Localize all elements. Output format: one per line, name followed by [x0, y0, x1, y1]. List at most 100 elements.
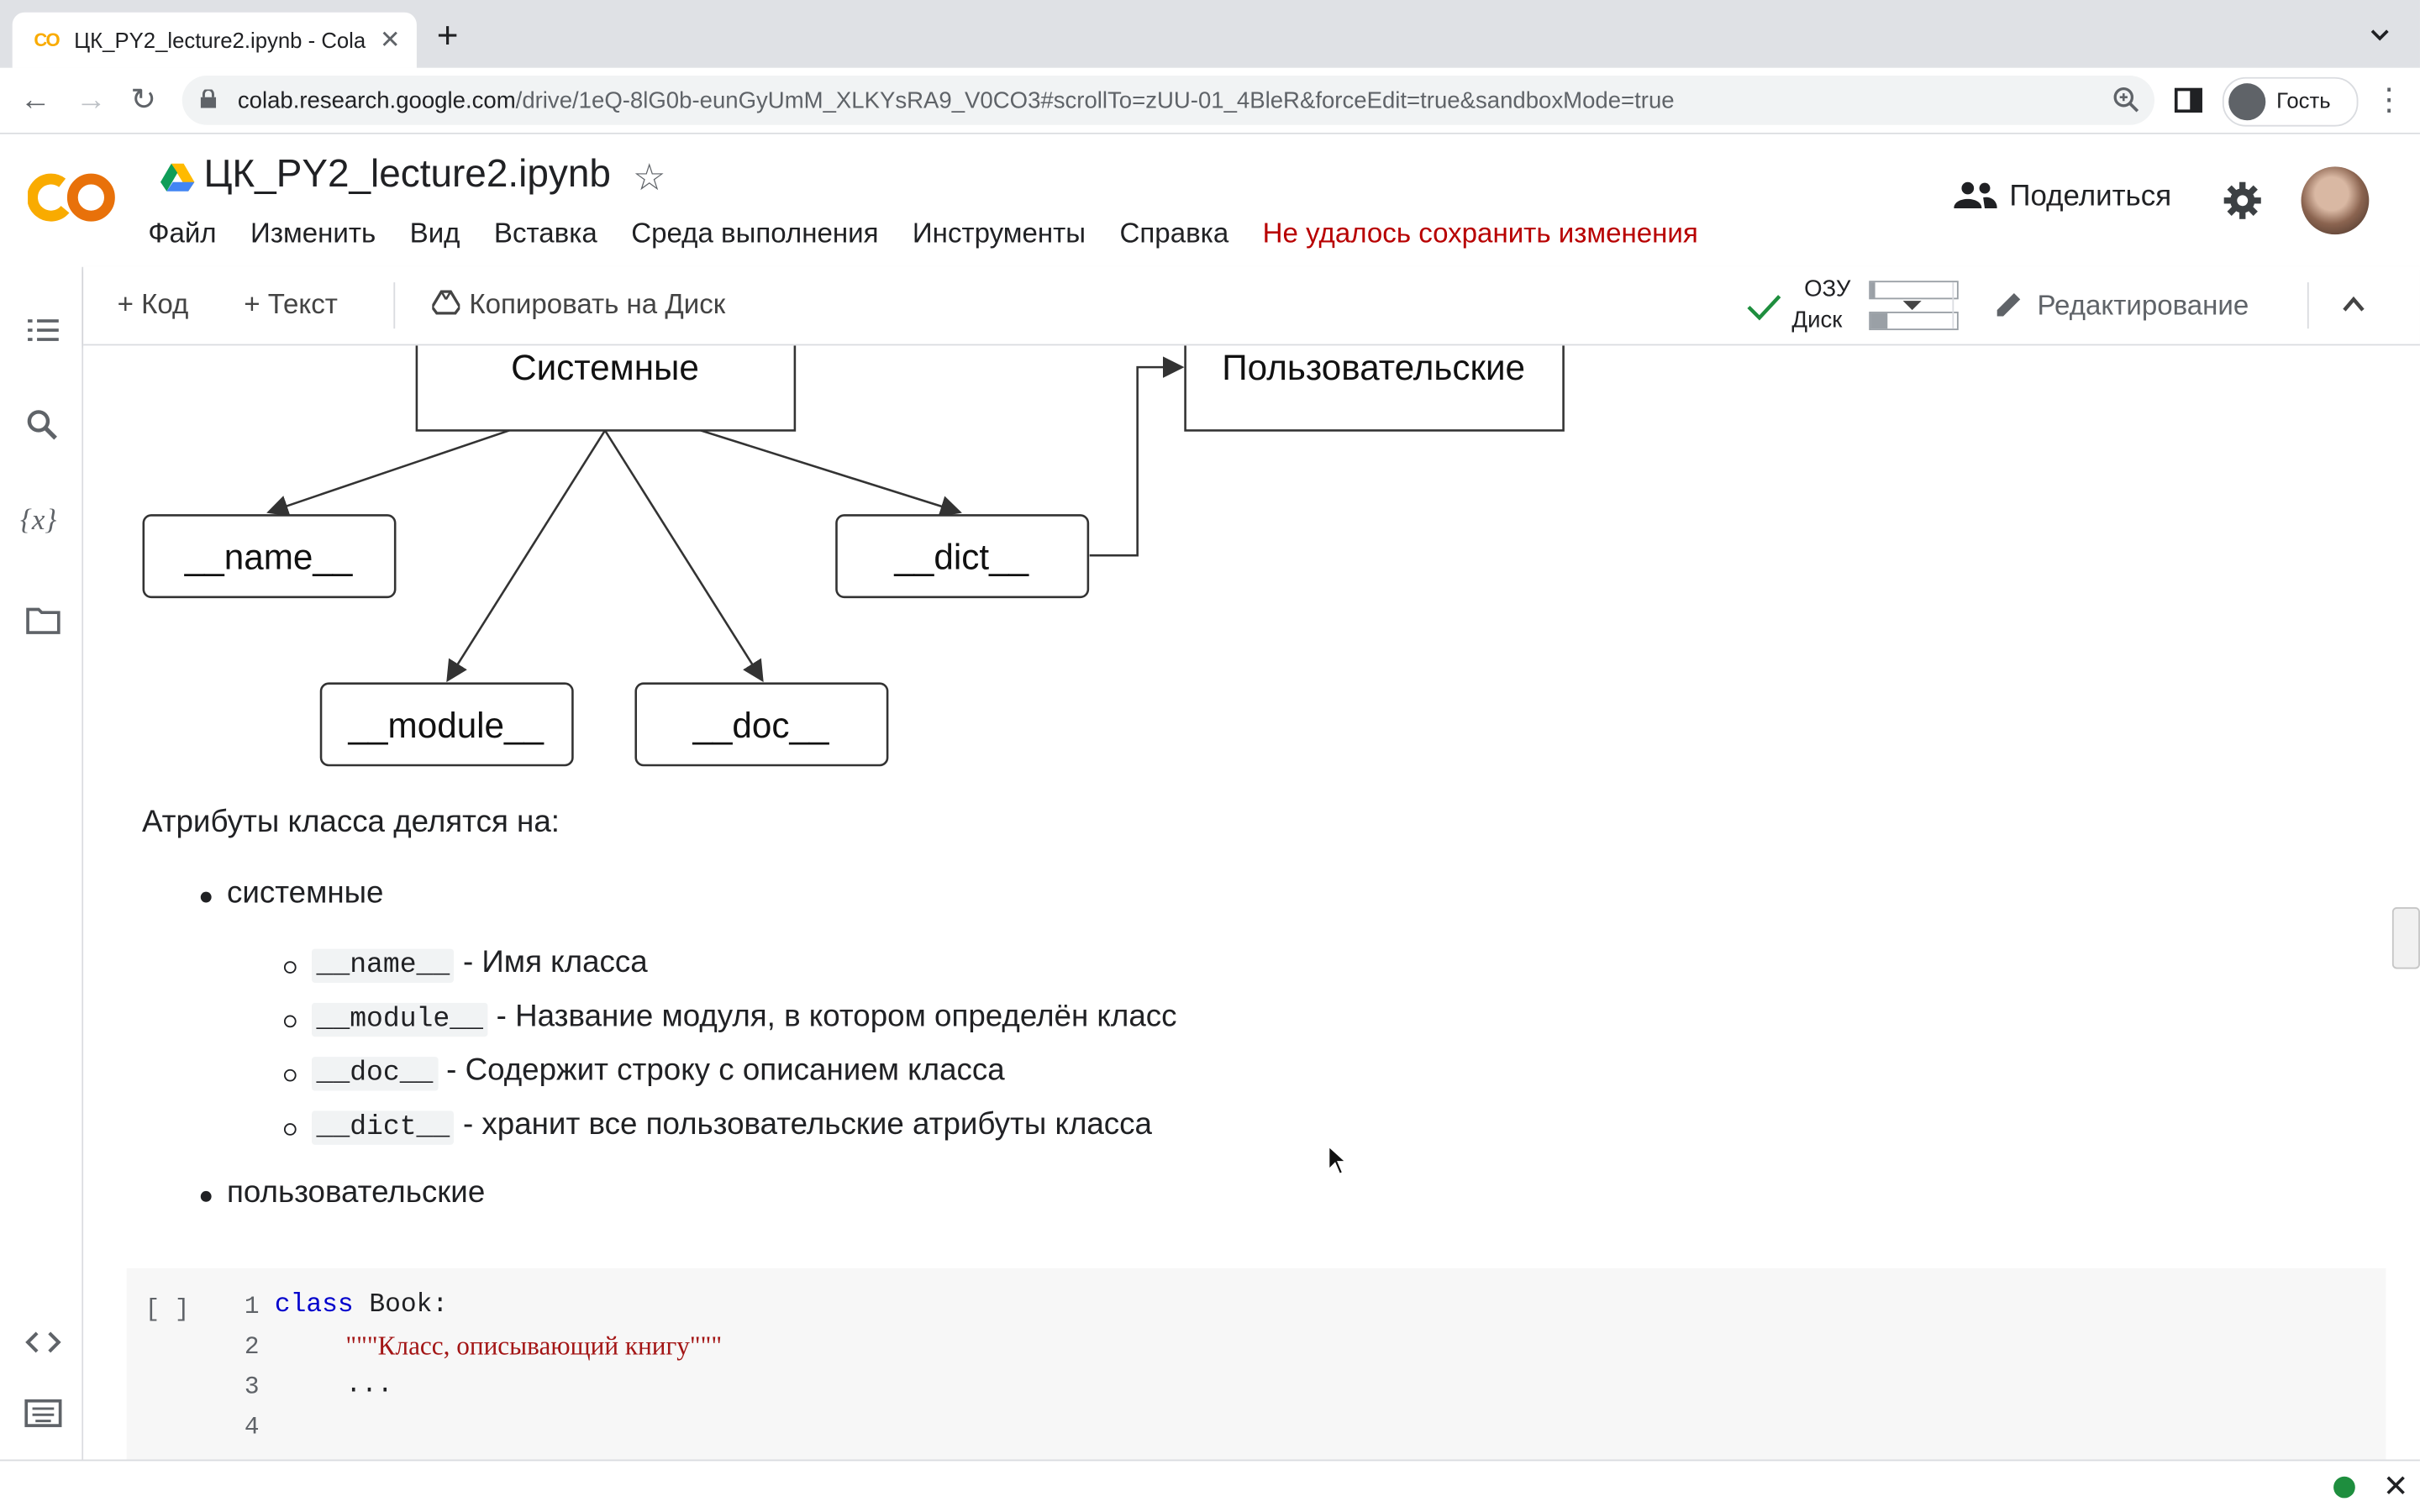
command-palette-icon[interactable]: [24, 1394, 64, 1434]
list-bullet: [200, 891, 212, 903]
profile-avatar-icon: [2228, 83, 2266, 121]
tab-search-chevron-icon[interactable]: [2367, 22, 2391, 46]
runtime-dropdown-icon[interactable]: [1902, 297, 1923, 312]
list-bullet: [200, 1190, 212, 1202]
colab-favicon-icon: CO: [34, 29, 60, 51]
close-tab-icon[interactable]: ✕: [380, 24, 401, 55]
menu-bar: Файл Изменить Вид Вставка Среда выполнен…: [148, 218, 1724, 250]
connected-checkmark-icon: [1747, 295, 1781, 321]
runtime-resources[interactable]: ОЗУ Диск: [1713, 275, 2022, 336]
variables-icon[interactable]: {x}: [20, 501, 66, 542]
share-button[interactable]: Поделиться: [1954, 181, 2171, 214]
mouse-cursor-icon: [1328, 1144, 1348, 1175]
browser-menu-icon[interactable]: ⋮: [2374, 81, 2405, 119]
side-panel-icon[interactable]: [2173, 87, 2204, 114]
disk-label: Диск: [1791, 307, 1843, 333]
settings-gear-icon[interactable]: [2223, 181, 2263, 221]
browser-tab[interactable]: CO ЦК_PY2_lecture2.ipynb - Cola ✕: [12, 12, 417, 68]
attr-desc-name: - Имя класса: [454, 945, 648, 980]
toolbar-divider: [393, 282, 396, 329]
diagram-label-name: __name__: [184, 538, 353, 577]
lock-icon[interactable]: [200, 89, 217, 108]
code-line-3[interactable]: ...: [345, 1372, 392, 1401]
line-number: 3: [244, 1373, 260, 1401]
attributes-intro: Атрибуты класса делятся на:: [141, 805, 560, 840]
diagram-label-doc: __doc__: [692, 706, 829, 745]
pencil-icon: [1996, 292, 2021, 317]
menu-file[interactable]: Файл: [148, 218, 216, 249]
status-bar: ✕: [0, 1459, 2420, 1512]
search-icon[interactable]: [24, 406, 64, 446]
ram-label: ОЗУ: [1804, 276, 1851, 302]
menu-view[interactable]: Вид: [410, 218, 460, 249]
people-icon: [1954, 181, 1997, 208]
save-error-message[interactable]: Не удалось сохранить изменения: [1263, 218, 1698, 249]
toolbar-divider: [1952, 282, 1954, 329]
drive-outline-icon: [430, 290, 462, 315]
table-of-contents-icon[interactable]: [24, 310, 64, 350]
account-avatar[interactable]: [2301, 166, 2370, 235]
code-snippets-icon[interactable]: [24, 1322, 64, 1362]
url-path: /drive/1eQ-8lG0b-eunGyUmM_XLKYsRA9_V0CO3…: [515, 87, 1675, 114]
toolbar-divider: [2307, 282, 2309, 329]
menu-runtime[interactable]: Среда выполнения: [631, 218, 878, 249]
attr-code-doc: __doc__: [312, 1057, 438, 1091]
notebook-content: Системные Пользовательские __name__ __di…: [83, 345, 2420, 1460]
menu-edit[interactable]: Изменить: [250, 218, 376, 249]
sublist-bullet: [283, 1068, 297, 1082]
ram-usage-fill: [1870, 282, 1876, 298]
code-keyword: class: [274, 1291, 354, 1321]
sublist-bullet: [283, 1123, 297, 1136]
zoom-icon[interactable]: [2112, 85, 2143, 116]
editing-mode-label: Редактирование: [2037, 290, 2249, 322]
new-tab-button[interactable]: +: [437, 18, 459, 55]
editing-mode-button[interactable]: Редактирование: [1994, 288, 2249, 322]
add-code-button[interactable]: + Код: [118, 288, 189, 321]
code-line-1[interactable]: class Book:: [275, 1291, 448, 1320]
colab-logo-icon[interactable]: [28, 168, 118, 227]
list-item: __name__ - Имя класса: [312, 945, 648, 983]
copy-to-drive-button[interactable]: Копировать на Диск: [430, 288, 726, 321]
code-cell[interactable]: [ ] 1 2 3 4 class Book: """Класс, описыв…: [126, 1268, 2386, 1460]
list-item: __doc__ - Содержит строку с описанием кл…: [312, 1053, 1005, 1091]
collapse-header-chevron-icon[interactable]: [2341, 295, 2365, 313]
browser-tab-strip: CO ЦК_PY2_lecture2.ipynb - Cola ✕ +: [0, 0, 2420, 68]
line-number: 2: [244, 1332, 260, 1361]
list-item-user: пользовательские: [226, 1175, 486, 1210]
disk-usage-bar: [1869, 312, 1959, 331]
notebook-title[interactable]: ЦК_PY2_lecture2.ipynb: [203, 153, 610, 197]
browser-toolbar: ← → ↻ colab.research.google.com/drive/1e…: [0, 67, 2420, 134]
menu-insert[interactable]: Вставка: [494, 218, 597, 249]
tab-title: ЦК_PY2_lecture2.ipynb - Cola: [74, 28, 366, 53]
files-folder-icon[interactable]: [24, 600, 64, 640]
reload-button[interactable]: ↻: [124, 81, 164, 121]
forward-button[interactable]: →: [71, 81, 111, 121]
code-line-2[interactable]: """Класс, описывающий книгу""": [345, 1331, 722, 1362]
list-item-system: системные: [226, 876, 384, 911]
add-text-button[interactable]: + Текст: [244, 288, 338, 321]
copy-to-drive-label: Копировать на Диск: [469, 288, 726, 320]
diagram-label-module: __module__: [348, 706, 544, 745]
profile-button[interactable]: Гость: [2222, 76, 2359, 127]
list-item: __module__ - Название модуля, в котором …: [312, 1000, 1177, 1037]
run-cell-button[interactable]: [ ]: [145, 1296, 190, 1324]
diagram-label-system: Системные: [511, 348, 699, 387]
class-attributes-diagram: Системные Пользовательские __name__ __di…: [142, 345, 1565, 767]
ram-usage-bar: [1869, 281, 1959, 300]
diagram-label-user: Пользовательские: [1222, 348, 1525, 387]
menu-tools[interactable]: Инструменты: [913, 218, 1086, 249]
star-icon[interactable]: ☆: [633, 156, 666, 201]
back-button[interactable]: ←: [15, 81, 55, 121]
address-bar[interactable]: colab.research.google.com/drive/1eQ-8lG0…: [182, 75, 2155, 125]
code-text: Book:: [353, 1291, 449, 1321]
scrollbar-thumb[interactable]: [2391, 906, 2420, 969]
runtime-status-dot: [2333, 1476, 2355, 1499]
attr-desc-module: - Название модуля, в котором определён к…: [487, 1000, 1177, 1034]
google-drive-icon: [160, 163, 195, 192]
attr-code-module: __module__: [312, 1002, 488, 1037]
attr-code-dict: __dict__: [312, 1110, 455, 1145]
close-status-icon[interactable]: ✕: [2383, 1467, 2409, 1506]
line-number: 1: [244, 1293, 260, 1321]
attr-code-name: __name__: [312, 948, 455, 983]
menu-help[interactable]: Справка: [1120, 218, 1229, 249]
